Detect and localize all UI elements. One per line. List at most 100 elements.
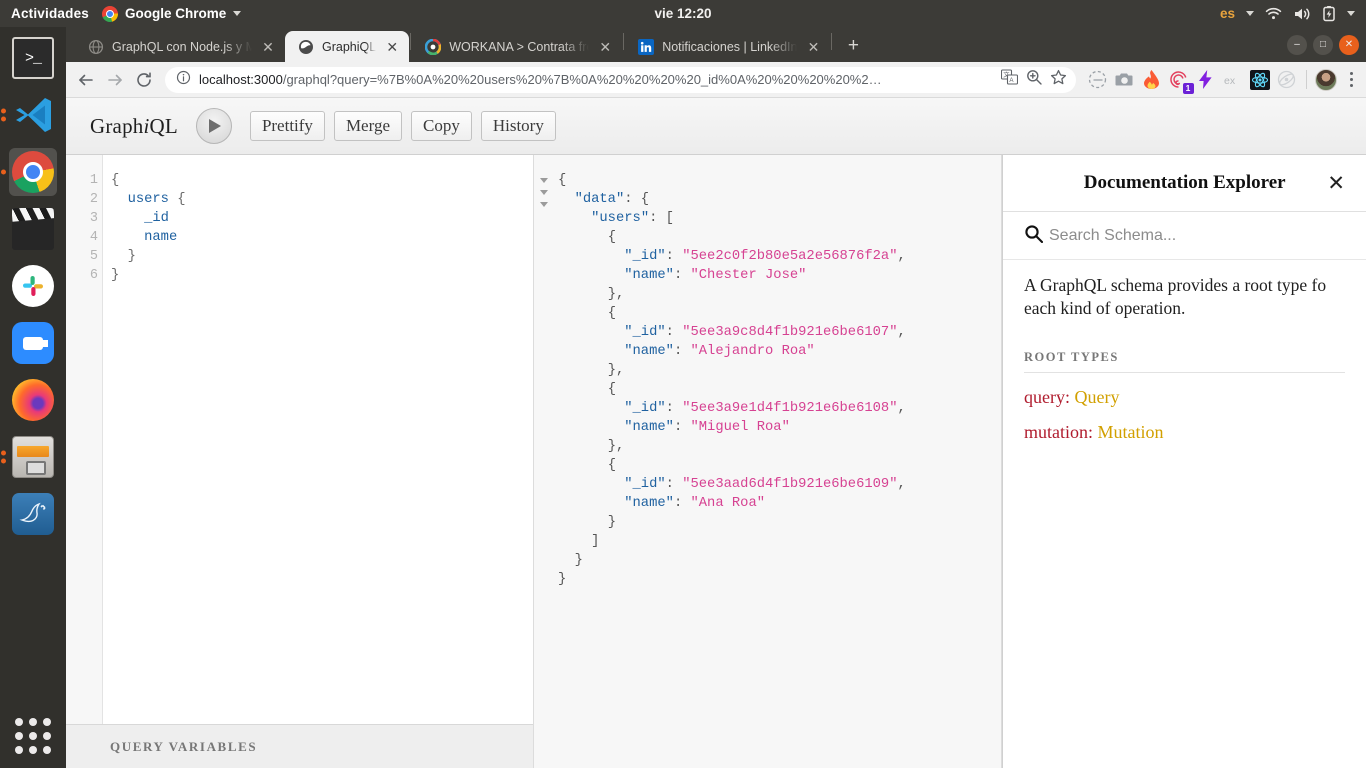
query-code[interactable]: { users { _id name } } [103,155,533,724]
browser-tab-1[interactable]: GraphQL con Node.js y Mo ✕ [75,31,285,62]
graphiql-action-buttons: Prettify Merge Copy History [250,111,556,141]
dock-item-firefox[interactable] [9,376,57,424]
browser-tab-2[interactable]: GraphiQL ✕ [285,31,409,62]
wifi-icon [1265,7,1282,21]
hotjar-icon[interactable] [1141,69,1163,91]
back-icon[interactable] [73,67,99,93]
close-icon[interactable]: ✕ [1327,173,1345,194]
screencast-icon[interactable] [1087,69,1109,91]
apollo-icon[interactable] [1276,69,1298,91]
lightning-icon[interactable] [1195,69,1217,91]
gnome-top-bar: Actividades Google Chrome vie 12:20 es [0,0,1366,27]
dock-item-video-editor[interactable] [9,205,57,253]
query-token: name [144,230,177,245]
tab-close-icon[interactable]: ✕ [260,40,276,54]
show-applications-button[interactable] [15,718,51,754]
firefox-icon [12,379,54,421]
profile-avatar[interactable] [1315,69,1337,91]
svg-text:ex: ex [1224,75,1236,87]
system-tray[interactable]: es [1220,6,1366,22]
tab-divider [831,33,832,50]
tab-divider [623,33,624,50]
result-root-key: data [583,192,616,207]
query-editor-pane: 1 2 3 4 5 6 { users { _id name } } QUERY… [66,155,534,768]
line-number: 3 [66,209,102,228]
loom-icon[interactable]: 1 [1168,69,1190,91]
execute-query-button[interactable] [196,108,232,144]
browser-tab-3[interactable]: WORKANA > Contrata fre ✕ [412,31,622,62]
maximize-button[interactable]: □ [1313,35,1333,55]
chevron-down-icon [1347,11,1355,16]
tab-close-icon[interactable]: ✕ [805,40,821,54]
prettify-button[interactable]: Prettify [250,111,325,141]
slack-icon [12,265,54,307]
root-type-value[interactable]: Query [1074,387,1119,407]
close-window-button[interactable]: ✕ [1339,35,1359,55]
result-user-name: Miguel Roa [699,420,782,435]
chevron-down-icon [233,11,241,16]
result-gutter [534,155,554,768]
graphiql-icon [298,39,314,55]
doc-search-field[interactable]: Search Schema... [1003,212,1366,260]
dock-item-vscode[interactable] [9,91,57,139]
dock-item-mysql-workbench[interactable] [9,490,57,538]
minimize-button[interactable]: – [1287,35,1307,55]
zoom-app-icon [12,322,54,364]
line-number: 4 [66,228,102,247]
root-type-query[interactable]: query: Query [1003,373,1366,408]
dock-item-files[interactable] [9,433,57,481]
query-gutter: 1 2 3 4 5 6 [66,155,103,724]
query-editor[interactable]: 1 2 3 4 5 6 { users { _id name } } [66,155,533,724]
query-token: { [111,173,119,188]
express-icon[interactable]: ex [1222,69,1244,91]
history-button[interactable]: History [481,111,556,141]
browser-tab-4[interactable]: Notificaciones | LinkedIn ✕ [625,31,830,62]
doc-header: Documentation Explorer ✕ [1003,155,1366,212]
url-path: /graphql?query=%7B%0A%20%20users%20%7B%0… [283,72,882,87]
new-tab-button[interactable]: + [839,32,867,60]
result-json: { "data": { "users": [ { "_id": "5ee2c0f… [554,155,1001,768]
line-number: 1 [66,171,102,190]
reload-icon[interactable] [131,67,157,93]
fold-arrow-icon[interactable] [540,202,548,207]
merge-button[interactable]: Merge [334,111,402,141]
window-controls: – □ ✕ [1287,35,1366,62]
dock-item-slack[interactable] [9,262,57,310]
info-circle-icon[interactable] [176,70,191,90]
root-type-mutation[interactable]: mutation: Mutation [1003,408,1366,443]
result-user-name: Ana Roa [699,496,757,511]
dock-item-zoom[interactable] [9,319,57,367]
query-variables-section[interactable]: QUERY VARIABLES [66,724,533,768]
zoom-in-icon[interactable] [1026,69,1042,90]
terminal-icon: >_ [12,37,54,79]
url-host: localhost:3000 [199,72,283,87]
dock-item-chrome[interactable] [9,148,57,196]
tab-close-icon[interactable]: ✕ [597,40,613,54]
app-menu-button[interactable]: Google Chrome [102,6,241,22]
copy-button[interactable]: Copy [411,111,472,141]
keyboard-layout-indicator[interactable]: es [1220,6,1235,21]
query-token: } [128,249,136,264]
bookmark-star-icon[interactable] [1050,69,1067,91]
fold-arrow-icon[interactable] [540,178,548,183]
kebab-menu-icon[interactable] [1342,72,1360,88]
root-type-value[interactable]: Mutation [1098,422,1164,442]
translate-icon[interactable]: 文 A [1001,69,1018,90]
doc-description-line-1: A GraphQL schema provides a root type fo [1024,274,1345,297]
dock-item-terminal[interactable]: >_ [9,34,57,82]
forward-icon[interactable] [102,67,128,93]
camera-icon[interactable] [1114,69,1136,91]
result-user-id: 5ee3aad6d4f1b921e6be6109 [691,477,890,492]
address-bar[interactable]: localhost:3000/graphql?query=%7B%0A%20%2… [165,67,1076,93]
result-user-id: 5ee2c0f2b80e5a2e56876f2a [691,249,890,264]
tab-close-icon[interactable]: ✕ [384,40,400,54]
query-token: users [128,192,169,207]
activities-button[interactable]: Actividades [0,6,102,21]
running-indicator [1,451,6,464]
react-devtools-icon[interactable] [1249,69,1271,91]
tab-title: GraphQL con Node.js y Mo [112,40,252,54]
battery-icon [1322,6,1336,22]
url-text: localhost:3000/graphql?query=%7B%0A%20%2… [199,72,993,87]
fold-arrow-icon[interactable] [540,190,548,195]
search-placeholder: Search Schema... [1049,227,1176,245]
